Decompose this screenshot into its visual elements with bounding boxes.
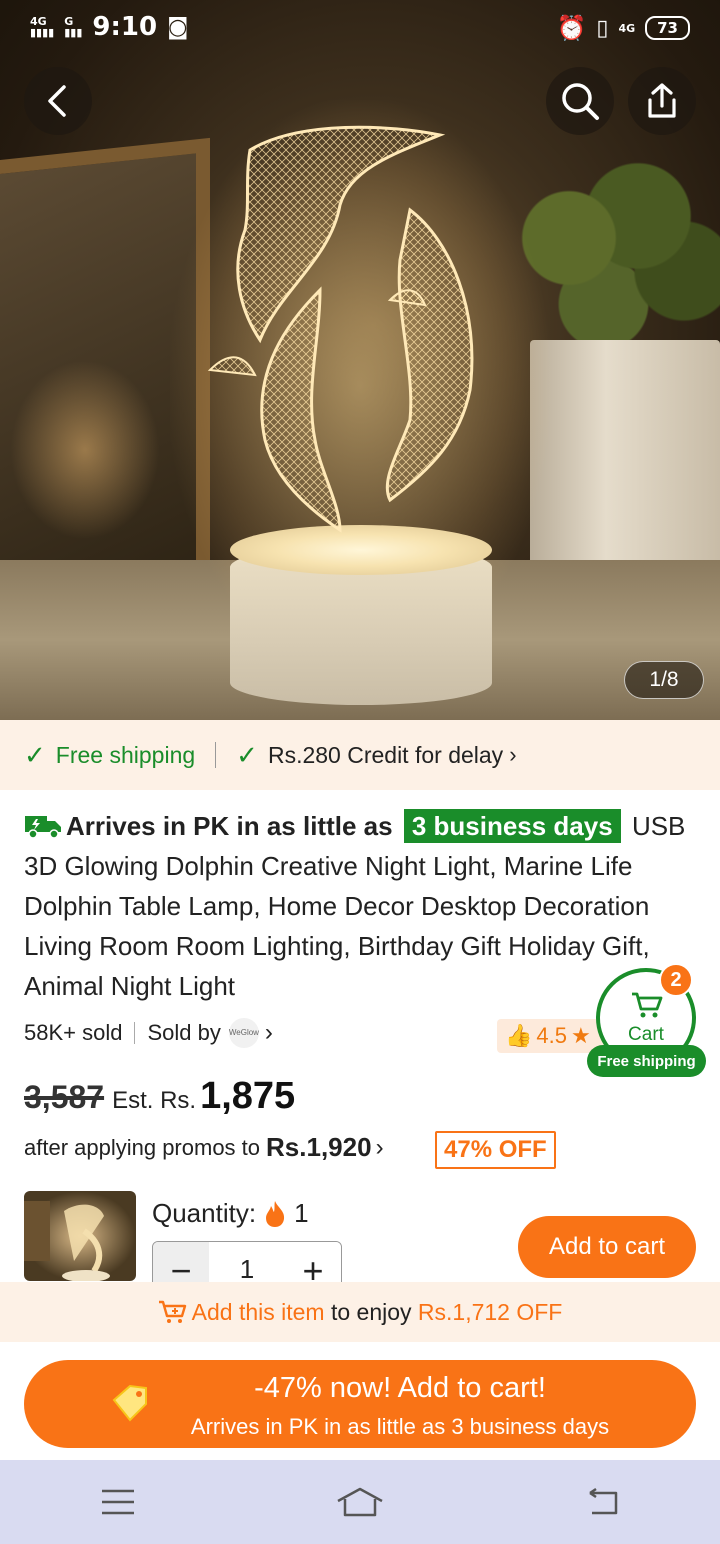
network-indicator-right: 4G	[618, 21, 636, 35]
promo-amount: Rs.1,712 OFF	[417, 1298, 563, 1325]
free-shipping-label: Free shipping	[55, 741, 196, 768]
cart-label: Cart	[628, 1024, 664, 1045]
promo-text: after applying promos to	[24, 1134, 261, 1160]
discount-badge: 47% OFF	[435, 1131, 556, 1169]
search-button[interactable]	[546, 67, 614, 135]
chevron-right-icon: ›	[375, 1133, 384, 1161]
promo-middle-text: to enjoy	[324, 1298, 418, 1325]
promo-price: Rs.1,920	[266, 1132, 372, 1162]
network-indicator-2: G ▮▮▮	[64, 15, 83, 39]
original-price: 3,587	[24, 1079, 105, 1115]
cta-subtitle: Arrives in PK in as little as 3 business…	[190, 1414, 610, 1439]
product-image[interactable]: 1/8	[0, 0, 720, 720]
price-row: 3,587 Est. Rs. 1,875	[24, 1075, 295, 1118]
check-icon: ✓	[236, 739, 258, 770]
cart-icon	[632, 992, 663, 1018]
star-icon: ★	[571, 1023, 591, 1048]
bottom-cta-area: -47% now! Add to cart! Arrives in PK in …	[0, 1342, 720, 1460]
menu-icon[interactable]	[100, 1487, 136, 1517]
product-title-block: Arrives in PK in as little as 3 business…	[24, 806, 700, 1006]
current-price: 1,875	[200, 1075, 296, 1117]
delay-credit-label: Rs.280 Credit for delay	[267, 741, 504, 768]
instagram-icon: ◙	[167, 14, 189, 40]
network-indicator: 4G ▮▮▮▮	[30, 15, 55, 39]
quantity-label-row: Quantity: 1	[152, 1198, 309, 1229]
status-bar: 4G ▮▮▮▮ G ▮▮▮ 9:10 ◙ ⏰ ▯ 4G 73	[0, 0, 720, 56]
rating-value: 4.5	[536, 1023, 567, 1048]
back-button[interactable]	[24, 67, 92, 135]
vibrate-icon: ▯	[596, 15, 609, 41]
promo-price-row[interactable]: after applying promos to Rs.1,920 ›	[24, 1132, 384, 1163]
arrival-text: Arrives in PK in as little as	[66, 811, 393, 841]
share-icon	[648, 83, 676, 118]
chevron-right-icon: ›	[509, 742, 517, 767]
cart-count-badge: 2	[659, 963, 693, 997]
delivery-truck-icon	[25, 816, 61, 839]
back-nav-icon[interactable]	[584, 1487, 620, 1517]
shipping-strip[interactable]: ✓ Free shipping ✓ Rs.280 Credit for dela…	[0, 720, 720, 790]
system-navigation-bar	[0, 1460, 720, 1544]
image-counter: 1/8	[624, 661, 704, 699]
dolphin-lamp-illustration	[207, 125, 474, 533]
add-to-cart-button[interactable]: Add to cart	[518, 1216, 696, 1278]
add-item-link[interactable]: Add this item	[192, 1299, 325, 1326]
seller-logo[interactable]: WeGlow	[228, 1018, 259, 1048]
stock-count: 1	[294, 1198, 309, 1228]
search-icon	[562, 83, 599, 120]
bottom-add-to-cart-button[interactable]: -47% now! Add to cart! Arrives in PK in …	[24, 1360, 696, 1448]
alarm-icon: ⏰	[556, 14, 587, 42]
sold-by-label: Sold by	[147, 1020, 221, 1045]
clock: 9:10	[92, 12, 158, 42]
cart-free-shipping-pill: Free shipping	[587, 1045, 706, 1077]
battery-indicator: 73	[645, 16, 690, 40]
check-icon: ✓	[24, 739, 46, 770]
est-label: Est. Rs.	[112, 1087, 197, 1114]
lamp-thumbnail-image	[24, 1201, 110, 1281]
cta-title: -47% now! Add to cart!	[254, 1372, 546, 1404]
thumbs-up-icon: 👍	[505, 1023, 533, 1048]
quantity-label: Quantity:	[152, 1198, 257, 1228]
back-arrow-icon	[48, 85, 66, 117]
variant-thumbnail[interactable]	[24, 1191, 136, 1281]
arrival-days-badge: 3 business days	[403, 809, 621, 843]
sold-row: 58K+ sold Sold by WeGlow ›	[24, 1018, 273, 1048]
fire-icon	[266, 1200, 285, 1227]
cart-plus-icon	[158, 1300, 186, 1323]
chevron-right-icon[interactable]: ›	[265, 1019, 273, 1047]
home-icon[interactable]	[335, 1485, 385, 1519]
share-button[interactable]	[628, 67, 696, 135]
sold-count: 58K+ sold	[24, 1020, 123, 1045]
promo-bar[interactable]: Add this item to enjoy Rs.1,712 OFF	[0, 1282, 720, 1342]
rating-badge[interactable]: 👍 4.5 ★	[497, 1019, 607, 1053]
